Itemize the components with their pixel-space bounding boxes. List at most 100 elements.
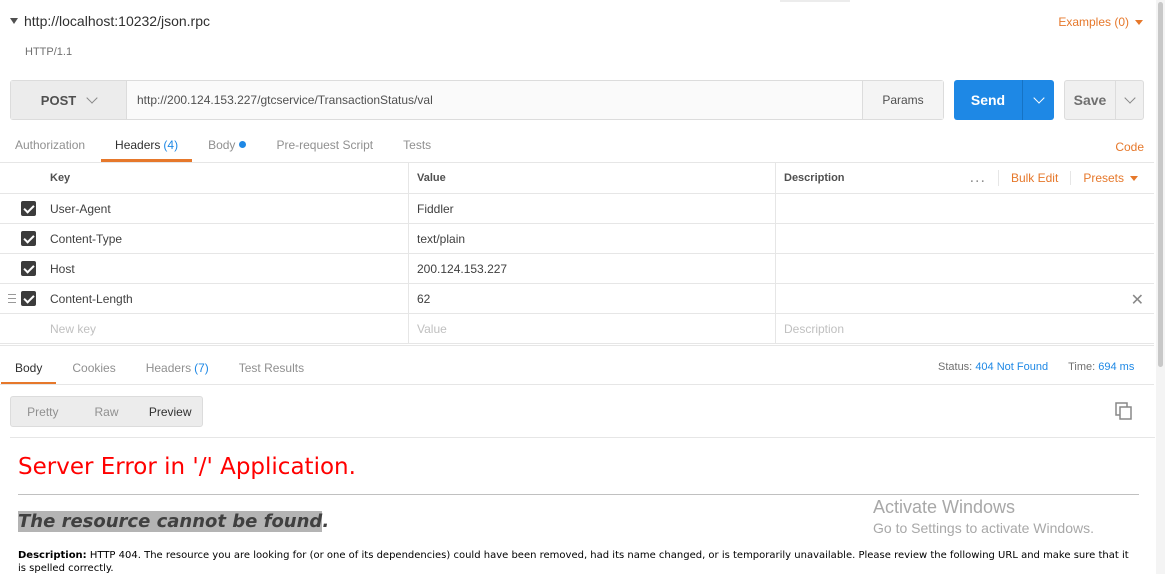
- tab-label: Tests: [403, 138, 432, 152]
- vertical-scrollbar[interactable]: [1156, 0, 1165, 574]
- tab-test-results[interactable]: Test Results: [239, 361, 304, 383]
- tab-label: Test Results: [238, 361, 305, 375]
- value-text: 200.124.153.227: [417, 261, 508, 276]
- response-status: Status: 404 Not Found Time: 694 ms: [938, 361, 1134, 373]
- value-text: 62: [417, 291, 431, 306]
- copy-icon[interactable]: [1115, 402, 1133, 420]
- http-version: HTTP/1.1: [25, 46, 73, 58]
- table-actions: ... Bulk Edit Presets: [970, 163, 1138, 193]
- tab-tests[interactable]: Tests: [403, 138, 431, 160]
- save-dropdown-button[interactable]: [1115, 81, 1143, 119]
- value-cell[interactable]: text/plain: [409, 224, 776, 253]
- code-link[interactable]: Code: [1115, 140, 1144, 154]
- row-check-cell: [0, 254, 42, 283]
- drag-handle-icon[interactable]: [8, 294, 16, 303]
- bulk-edit-link[interactable]: Bulk Edit: [1011, 171, 1072, 185]
- key-cell[interactable]: Content-Length: [42, 284, 409, 313]
- column-header-key: Key: [42, 163, 409, 193]
- tab-label: Headers: [145, 361, 192, 375]
- key-cell[interactable]: User-Agent: [42, 194, 409, 223]
- row-checkbox[interactable]: [21, 261, 36, 276]
- value-text: Fiddler: [417, 201, 454, 216]
- status-info: Status: 404 Not Found: [938, 361, 1048, 373]
- send-button[interactable]: Send: [954, 80, 1022, 120]
- response-tabs-divider: [0, 384, 1154, 385]
- error-title: Server Error in '/' Application.: [18, 454, 356, 480]
- watermark-line1: Activate Windows: [873, 497, 1016, 517]
- send-button-group: Send: [954, 80, 1054, 120]
- description-cell[interactable]: [776, 224, 1154, 253]
- new-description-input[interactable]: Description: [776, 314, 1154, 343]
- chevron-down-icon: [1032, 92, 1045, 104]
- header-check-cell: [0, 163, 42, 193]
- tab-label: Body: [208, 138, 236, 152]
- pretty-button[interactable]: Pretty: [11, 397, 75, 426]
- time-value[interactable]: 694 ms: [1098, 361, 1134, 373]
- row-check-cell: [0, 284, 42, 313]
- new-row: New key Value Description: [0, 314, 1154, 344]
- scrollbar-thumb[interactable]: [1158, 2, 1163, 367]
- preview-button[interactable]: Preview: [138, 397, 202, 426]
- request-title-text: http://localhost:10232/json.rpc: [24, 13, 211, 29]
- url-input[interactable]: [127, 81, 862, 119]
- value-cell[interactable]: 200.124.153.227: [409, 254, 776, 283]
- examples-dropdown[interactable]: Examples (0): [1058, 15, 1143, 29]
- key-text: User-Agent: [50, 201, 111, 216]
- response-tabs: Body Cookies Headers (7) Test Results: [0, 361, 334, 385]
- description-cell[interactable]: [776, 254, 1154, 283]
- tab-authorization[interactable]: Authorization: [15, 138, 85, 160]
- body-indicator-dot: [239, 141, 247, 148]
- presets-dropdown[interactable]: Presets: [1083, 171, 1138, 185]
- chevron-down-icon: [1123, 92, 1136, 104]
- error-description: Description: HTTP 404. The resource you …: [18, 549, 1138, 574]
- value-text: text/plain: [417, 231, 466, 246]
- collapse-triangle-icon[interactable]: [10, 18, 18, 24]
- tab-label: Authorization: [15, 138, 86, 152]
- view-mode-group: Pretty Raw Preview: [10, 396, 203, 427]
- status-value[interactable]: 404 Not Found: [975, 361, 1048, 373]
- send-dropdown-button[interactable]: [1022, 80, 1054, 120]
- watermark-line2: Go to Settings to activate Windows.: [873, 520, 1094, 536]
- new-key-input[interactable]: New key: [42, 314, 409, 343]
- delete-row-icon[interactable]: ✕: [1131, 290, 1144, 310]
- save-button-group: Save: [1064, 80, 1144, 120]
- request-title[interactable]: http://localhost:10232/json.rpc: [10, 13, 210, 29]
- more-options-icon[interactable]: ...: [970, 170, 999, 186]
- key-cell[interactable]: Content-Type: [42, 224, 409, 253]
- examples-label: Examples (0): [1058, 15, 1129, 29]
- row-check-cell: [0, 194, 42, 223]
- tab-response-headers[interactable]: Headers (7): [146, 361, 209, 383]
- tab-body[interactable]: Body: [208, 138, 247, 160]
- tab-cookies[interactable]: Cookies: [72, 361, 115, 383]
- new-value-input[interactable]: Value: [409, 314, 776, 343]
- method-label: POST: [40, 92, 77, 108]
- request-tabs: Authorization Headers (4) Body Pre-reques…: [15, 138, 461, 162]
- top-divider: [780, 0, 850, 2]
- description-cell[interactable]: [776, 284, 1154, 313]
- tab-label: Cookies: [72, 361, 116, 375]
- row-checkbox[interactable]: [21, 201, 36, 216]
- description-cell[interactable]: [776, 194, 1154, 223]
- headers-count-badge: (7): [194, 361, 209, 375]
- row-checkbox[interactable]: [21, 291, 36, 306]
- value-cell[interactable]: Fiddler: [409, 194, 776, 223]
- key-cell[interactable]: Host: [42, 254, 409, 283]
- key-text: Content-Length: [50, 291, 133, 306]
- row-checkbox[interactable]: [21, 231, 36, 246]
- tab-prerequest-script[interactable]: Pre-request Script: [276, 138, 373, 160]
- headers-count-badge: (4): [163, 138, 179, 152]
- presets-label: Presets: [1083, 171, 1124, 185]
- table-row: Content-Length 62 ✕: [0, 284, 1154, 314]
- tab-headers[interactable]: Headers (4): [101, 138, 193, 162]
- tab-response-body[interactable]: Body: [0, 361, 57, 385]
- response-divider: [0, 345, 1154, 346]
- raw-button[interactable]: Raw: [75, 397, 139, 426]
- params-button[interactable]: Params: [862, 81, 943, 119]
- method-select[interactable]: POST: [11, 81, 127, 119]
- key-text: Host: [50, 261, 75, 276]
- save-button[interactable]: Save: [1065, 81, 1115, 119]
- description-text: HTTP 404. The resource you are looking f…: [18, 550, 1129, 574]
- value-cell[interactable]: 62: [409, 284, 776, 313]
- error-subtitle-text: The resource cannot be found: [18, 511, 323, 532]
- placeholder-text: Description: [784, 321, 845, 336]
